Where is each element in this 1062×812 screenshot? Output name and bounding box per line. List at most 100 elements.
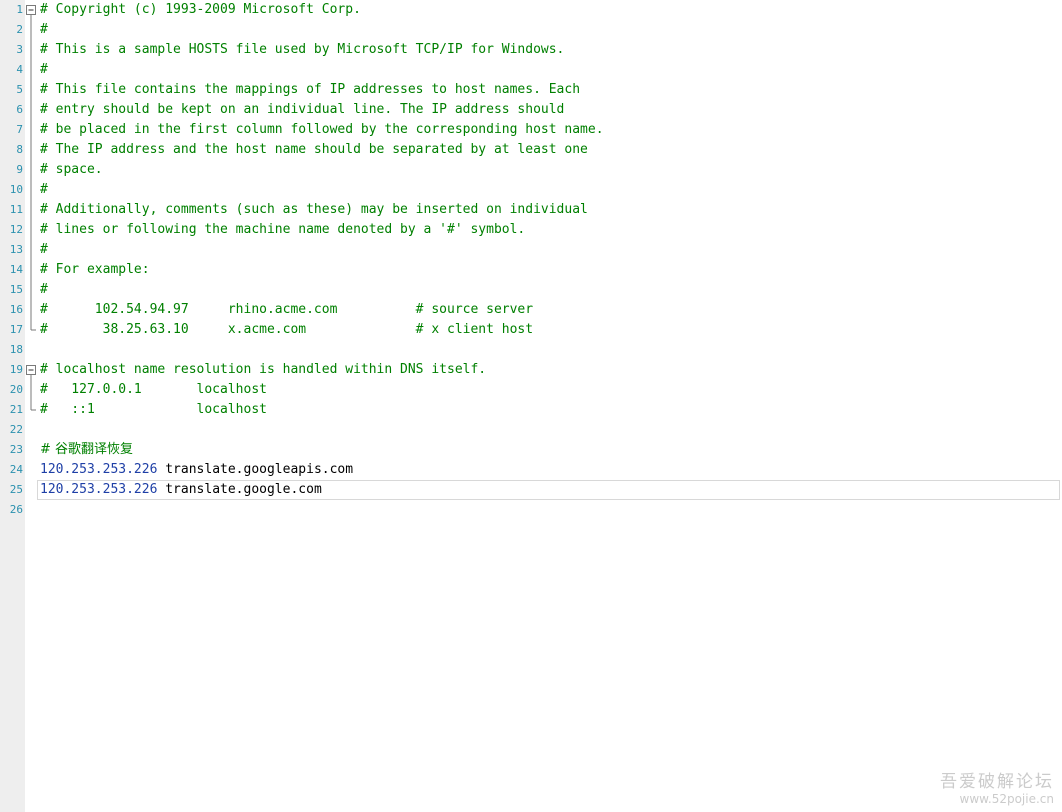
- code-line[interactable]: 2 #: [0, 20, 1062, 40]
- code-line[interactable]: 22: [0, 420, 1062, 440]
- fold-guide-line: [25, 20, 37, 40]
- line-number: 6: [16, 103, 23, 116]
- fold-blank: [25, 440, 37, 460]
- line-number: 3: [16, 43, 23, 56]
- code-line[interactable]: 5 # This file contains the mappings of IP…: [0, 80, 1062, 100]
- line-content[interactable]: # 127.0.0.1 localhost: [40, 380, 267, 400]
- code-line[interactable]: 11 # Additionally, comments (such as thes…: [0, 200, 1062, 220]
- code-line[interactable]: 26: [0, 500, 1062, 520]
- comment-text: # be placed in the first column followed…: [40, 122, 604, 137]
- code-line[interactable]: 15 #: [0, 280, 1062, 300]
- code-line[interactable]: 13 #: [0, 240, 1062, 260]
- ip-address: 120.253.253.226: [40, 462, 158, 477]
- line-content[interactable]: 120.253.253.226 translate.google.com: [40, 480, 322, 500]
- host-name: translate.googleapis.com: [157, 462, 354, 477]
- code-line[interactable]: 19 # localhost name resolution is handled…: [0, 360, 1062, 380]
- line-content[interactable]: # be placed in the first column followed…: [40, 120, 604, 140]
- comment-text: #: [40, 182, 48, 197]
- comment-text: #: [40, 62, 48, 77]
- line-content[interactable]: # space.: [40, 160, 103, 180]
- fold-collapse-icon[interactable]: [25, 0, 37, 20]
- host-name: translate.google.com: [157, 482, 322, 497]
- line-content[interactable]: # lines or following the machine name de…: [40, 220, 525, 240]
- code-line[interactable]: 9 # space.: [0, 160, 1062, 180]
- fold-guide-line: [25, 160, 37, 180]
- code-line[interactable]: 12 # lines or following the machine name …: [0, 220, 1062, 240]
- line-content[interactable]: #: [40, 60, 48, 80]
- line-content[interactable]: #: [40, 240, 48, 260]
- comment-text: # 谷歌翻译恢复: [40, 442, 134, 457]
- line-content[interactable]: #: [40, 180, 48, 200]
- comment-text: # This is a sample HOSTS file used by Mi…: [40, 42, 565, 57]
- line-number: 26: [9, 503, 23, 516]
- line-content[interactable]: # 谷歌翻译恢复: [40, 440, 133, 460]
- fold-guide-line: [25, 100, 37, 120]
- fold-blank: [25, 500, 37, 520]
- fold-guide-line: [25, 220, 37, 240]
- line-content[interactable]: # localhost name resolution is handled w…: [40, 360, 486, 380]
- line-number: 21: [9, 403, 23, 416]
- code-line[interactable]: 6 # entry should be kept on an individual…: [0, 100, 1062, 120]
- line-content[interactable]: #: [40, 280, 48, 300]
- line-number: 18: [9, 343, 23, 356]
- line-content[interactable]: # 38.25.63.10 x.acme.com # x client host: [40, 320, 533, 340]
- line-number: 4: [16, 63, 23, 76]
- fold-blank: [25, 460, 37, 480]
- code-line[interactable]: 16 # 102.54.94.97 rhino.acme.com # source…: [0, 300, 1062, 320]
- fold-collapse-icon[interactable]: [25, 360, 37, 380]
- code-line[interactable]: 23 # 谷歌翻译恢复: [0, 440, 1062, 460]
- line-number: 24: [9, 463, 23, 476]
- code-line[interactable]: 18: [0, 340, 1062, 360]
- code-line[interactable]: 20 # 127.0.0.1 localhost: [0, 380, 1062, 400]
- line-content[interactable]: # This is a sample HOSTS file used by Mi…: [40, 40, 564, 60]
- code-line[interactable]: 21 # ::1 localhost: [0, 400, 1062, 420]
- line-number: 1: [16, 3, 23, 16]
- comment-text: # The IP address and the host name shoul…: [40, 142, 588, 157]
- comment-text: #: [40, 282, 48, 297]
- line-content[interactable]: # This file contains the mappings of IP …: [40, 80, 580, 100]
- line-number: 7: [16, 123, 23, 136]
- watermark-url: www.52pojie.cn: [959, 792, 1054, 806]
- line-number: 10: [9, 183, 23, 196]
- comment-text: # Additionally, comments (such as these)…: [40, 202, 588, 217]
- line-content[interactable]: 120.253.253.226 translate.googleapis.com: [40, 460, 353, 480]
- code-line[interactable]: 25 120.253.253.226 translate.google.com: [0, 480, 1062, 500]
- line-number: 9: [16, 163, 23, 176]
- comment-text: # Copyright (c) 1993-2009 Microsoft Corp…: [40, 2, 361, 17]
- line-content[interactable]: # entry should be kept on an individual …: [40, 100, 564, 120]
- fold-guide-line: [25, 240, 37, 260]
- watermark: 吾爱破解论坛 www.52pojie.cn: [940, 767, 1054, 806]
- fold-end-marker: [25, 400, 37, 420]
- fold-guide-line: [25, 60, 37, 80]
- fold-guide-line: [25, 120, 37, 140]
- code-line[interactable]: 24 120.253.253.226 translate.googleapis.c…: [0, 460, 1062, 480]
- comment-text: # lines or following the machine name de…: [40, 222, 526, 237]
- line-content[interactable]: # Additionally, comments (such as these)…: [40, 200, 588, 220]
- fold-blank: [25, 340, 37, 360]
- line-number: 2: [16, 23, 23, 36]
- line-content[interactable]: # ::1 localhost: [40, 400, 267, 420]
- fold-guide-line: [25, 300, 37, 320]
- line-content[interactable]: # 102.54.94.97 rhino.acme.com # source s…: [40, 300, 533, 320]
- code-line[interactable]: 3 # This is a sample HOSTS file used by M…: [0, 40, 1062, 60]
- line-content[interactable]: #: [40, 20, 48, 40]
- code-line[interactable]: 10 #: [0, 180, 1062, 200]
- fold-blank: [25, 420, 37, 440]
- code-line[interactable]: 4 #: [0, 60, 1062, 80]
- line-content[interactable]: # For example:: [40, 260, 150, 280]
- comment-text: # 102.54.94.97 rhino.acme.com # source s…: [40, 302, 534, 317]
- code-line[interactable]: 7 # be placed in the first column followe…: [0, 120, 1062, 140]
- text-editor[interactable]: 1 # Copyright (c) 1993-2009 Microsoft Cor…: [0, 0, 1062, 812]
- comment-text: #: [40, 22, 48, 37]
- code-line[interactable]: 17 # 38.25.63.10 x.acme.com # x client ho…: [0, 320, 1062, 340]
- code-line[interactable]: 14 # For example:: [0, 260, 1062, 280]
- line-number: 20: [9, 383, 23, 396]
- line-number: 11: [9, 203, 23, 216]
- fold-guide-line: [25, 200, 37, 220]
- line-content[interactable]: # The IP address and the host name shoul…: [40, 140, 588, 160]
- line-content[interactable]: # Copyright (c) 1993-2009 Microsoft Corp…: [40, 0, 361, 20]
- code-lines[interactable]: 1 # Copyright (c) 1993-2009 Microsoft Cor…: [0, 0, 1062, 520]
- code-line[interactable]: 8 # The IP address and the host name shou…: [0, 140, 1062, 160]
- code-line[interactable]: 1 # Copyright (c) 1993-2009 Microsoft Cor…: [0, 0, 1062, 20]
- line-number: 19: [9, 363, 23, 376]
